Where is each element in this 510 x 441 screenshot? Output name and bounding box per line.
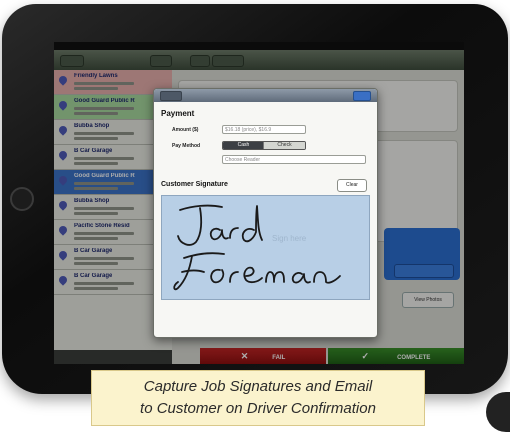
signature-ink bbox=[173, 204, 341, 291]
pay-method-check[interactable]: Check bbox=[263, 142, 305, 149]
pay-method-cash[interactable]: Cash bbox=[223, 142, 264, 149]
modal-toolbar bbox=[154, 89, 377, 102]
amount-field[interactable]: $16.18 (price), $16.9 bbox=[222, 125, 306, 134]
pay-method-segmented-control[interactable]: Cash Check bbox=[222, 141, 306, 150]
pay-method-label: Pay Method bbox=[172, 143, 201, 149]
reader-select[interactable]: Choose Reader bbox=[222, 155, 366, 164]
amount-label: Amount ($) bbox=[172, 127, 199, 133]
caption-line-1: Capture Job Signatures and Email bbox=[143, 378, 373, 395]
signature-pad[interactable]: Sign here bbox=[161, 195, 370, 300]
device-edge bbox=[486, 392, 510, 432]
signature-title: Customer Signature bbox=[161, 181, 228, 188]
caption-line-2: to Customer on Driver Confirmation bbox=[140, 400, 376, 417]
payment-modal: Payment Amount ($) $16.18 (price), $16.9… bbox=[153, 88, 378, 338]
clear-button[interactable]: Clear bbox=[337, 179, 367, 192]
modal-done-button[interactable] bbox=[353, 91, 371, 101]
ipad-device: Friendly Lawns Good Guard Public R Bubba S… bbox=[2, 4, 508, 394]
modal-cancel-button[interactable] bbox=[160, 91, 182, 101]
home-button[interactable] bbox=[10, 187, 34, 211]
caption-banner: Capture Job Signatures and Email to Cust… bbox=[91, 370, 425, 426]
payment-title: Payment bbox=[161, 109, 195, 118]
